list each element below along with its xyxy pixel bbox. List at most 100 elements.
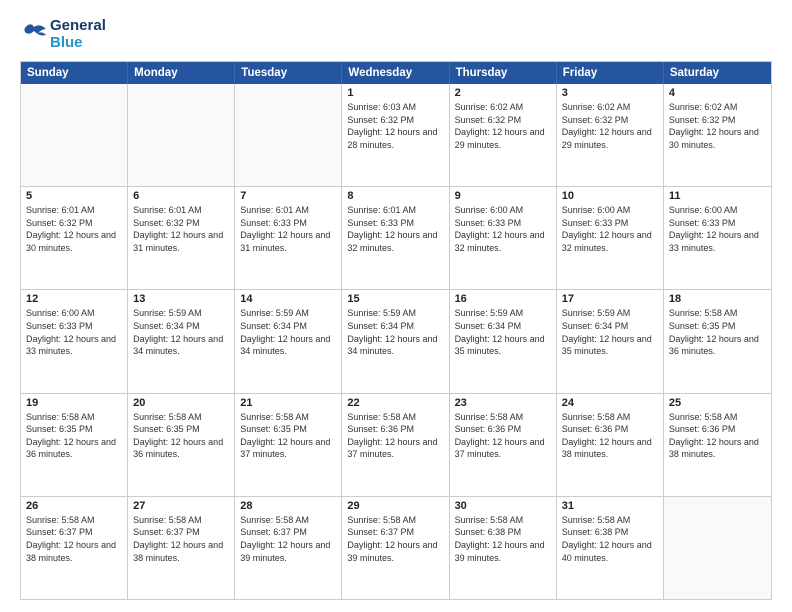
day-info-13: Sunrise: 5:59 AMSunset: 6:34 PMDaylight:…	[133, 307, 229, 357]
day-cell-13: 13 Sunrise: 5:59 AMSunset: 6:34 PMDayligh…	[128, 290, 235, 392]
day-info-8: Sunrise: 6:01 AMSunset: 6:33 PMDaylight:…	[347, 204, 443, 254]
day-number-22: 22	[347, 397, 443, 409]
day-cell-12: 12Sunrise: 6:00 AMSunset: 6:33 PMDayligh…	[21, 290, 128, 392]
day-cell-29: 29 Sunrise: 5:58 AMSunset: 6:37 PMDayligh…	[342, 497, 449, 599]
day-info-25: Sunrise: 5:58 AMSunset: 6:36 PMDaylight:…	[669, 411, 766, 461]
day-cell-18: 18Sunrise: 5:58 AMSunset: 6:35 PMDayligh…	[664, 290, 771, 392]
day-number-4: 4	[669, 87, 766, 99]
day-cell-19: 19 Sunrise: 5:58 AMSunset: 6:35 PMDayligh…	[21, 394, 128, 496]
week-row-4: 19 Sunrise: 5:58 AMSunset: 6:35 PMDayligh…	[21, 394, 771, 497]
day-number-9: 9	[455, 190, 551, 202]
week-row-3: 12Sunrise: 6:00 AMSunset: 6:33 PMDayligh…	[21, 290, 771, 393]
day-number-30: 30	[455, 500, 551, 512]
empty-cell-0-1	[128, 84, 235, 186]
day-cell-11: 11Sunrise: 6:00 AMSunset: 6:33 PMDayligh…	[664, 187, 771, 289]
header-day-friday: Friday	[557, 62, 664, 84]
day-number-12: 12	[26, 293, 122, 305]
day-number-23: 23	[455, 397, 551, 409]
day-number-17: 17	[562, 293, 658, 305]
calendar-body: 1 Sunrise: 6:03 AMSunset: 6:32 PMDaylight…	[21, 84, 771, 599]
day-info-31: Sunrise: 5:58 AMSunset: 6:38 PMDaylight:…	[562, 514, 658, 564]
day-cell-28: 28Sunrise: 5:58 AMSunset: 6:37 PMDayligh…	[235, 497, 342, 599]
day-number-26: 26	[26, 500, 122, 512]
header-day-thursday: Thursday	[450, 62, 557, 84]
day-cell-16: 16Sunrise: 5:59 AMSunset: 6:34 PMDayligh…	[450, 290, 557, 392]
logo-blue: Blue	[50, 35, 106, 52]
day-info-26: Sunrise: 5:58 AMSunset: 6:37 PMDaylight:…	[26, 514, 122, 564]
day-number-14: 14	[240, 293, 336, 305]
page: General Blue SundayMondayTuesdayWednesda…	[0, 0, 792, 612]
day-info-18: Sunrise: 5:58 AMSunset: 6:35 PMDaylight:…	[669, 307, 766, 357]
day-number-3: 3	[562, 87, 658, 99]
day-cell-5: 5Sunrise: 6:01 AMSunset: 6:32 PMDaylight…	[21, 187, 128, 289]
day-cell-22: 22Sunrise: 5:58 AMSunset: 6:36 PMDayligh…	[342, 394, 449, 496]
day-info-16: Sunrise: 5:59 AMSunset: 6:34 PMDaylight:…	[455, 307, 551, 357]
day-number-21: 21	[240, 397, 336, 409]
day-number-8: 8	[347, 190, 443, 202]
day-cell-30: 30 Sunrise: 5:58 AMSunset: 6:38 PMDayligh…	[450, 497, 557, 599]
day-info-29: Sunrise: 5:58 AMSunset: 6:37 PMDaylight:…	[347, 514, 443, 564]
day-cell-4: 4 Sunrise: 6:02 AMSunset: 6:32 PMDaylight…	[664, 84, 771, 186]
day-number-24: 24	[562, 397, 658, 409]
day-cell-14: 14 Sunrise: 5:59 AMSunset: 6:34 PMDayligh…	[235, 290, 342, 392]
day-info-6: Sunrise: 6:01 AMSunset: 6:32 PMDaylight:…	[133, 204, 229, 254]
day-number-7: 7	[240, 190, 336, 202]
day-number-5: 5	[26, 190, 122, 202]
day-info-17: Sunrise: 5:59 AMSunset: 6:34 PMDaylight:…	[562, 307, 658, 357]
day-cell-31: 31Sunrise: 5:58 AMSunset: 6:38 PMDayligh…	[557, 497, 664, 599]
logo-general: General	[50, 18, 106, 35]
day-number-19: 19	[26, 397, 122, 409]
day-info-4: Sunrise: 6:02 AMSunset: 6:32 PMDaylight:…	[669, 101, 766, 151]
week-row-5: 26 Sunrise: 5:58 AMSunset: 6:37 PMDayligh…	[21, 497, 771, 599]
day-cell-9: 9 Sunrise: 6:00 AMSunset: 6:33 PMDaylight…	[450, 187, 557, 289]
day-info-15: Sunrise: 5:59 AMSunset: 6:34 PMDaylight:…	[347, 307, 443, 357]
day-cell-23: 23Sunrise: 5:58 AMSunset: 6:36 PMDayligh…	[450, 394, 557, 496]
week-row-2: 5 Sunrise: 6:01 AMSunset: 6:32 PMDaylight…	[21, 187, 771, 290]
header-day-wednesday: Wednesday	[342, 62, 449, 84]
day-info-24: Sunrise: 5:58 AMSunset: 6:36 PMDaylight:…	[562, 411, 658, 461]
day-cell-6: 6 Sunrise: 6:01 AMSunset: 6:32 PMDaylight…	[128, 187, 235, 289]
day-cell-2: 2Sunrise: 6:02 AMSunset: 6:32 PMDaylight…	[450, 84, 557, 186]
header-day-saturday: Saturday	[664, 62, 771, 84]
day-number-25: 25	[669, 397, 766, 409]
logo: General Blue	[20, 18, 106, 51]
day-number-10: 10	[562, 190, 658, 202]
day-cell-21: 21 Sunrise: 5:58 AMSunset: 6:35 PMDayligh…	[235, 394, 342, 496]
day-info-1: Sunrise: 6:03 AMSunset: 6:32 PMDaylight:…	[347, 101, 443, 151]
day-cell-3: 3Sunrise: 6:02 AMSunset: 6:32 PMDaylight…	[557, 84, 664, 186]
week-row-1: 1 Sunrise: 6:03 AMSunset: 6:32 PMDaylight…	[21, 84, 771, 187]
day-number-13: 13	[133, 293, 229, 305]
day-cell-10: 10Sunrise: 6:00 AMSunset: 6:33 PMDayligh…	[557, 187, 664, 289]
day-cell-26: 26 Sunrise: 5:58 AMSunset: 6:37 PMDayligh…	[21, 497, 128, 599]
day-number-27: 27	[133, 500, 229, 512]
header-day-tuesday: Tuesday	[235, 62, 342, 84]
header: General Blue	[20, 18, 772, 51]
day-number-1: 1	[347, 87, 443, 99]
day-info-9: Sunrise: 6:00 AMSunset: 6:33 PMDaylight:…	[455, 204, 551, 254]
empty-cell-0-0	[21, 84, 128, 186]
day-cell-15: 15 Sunrise: 5:59 AMSunset: 6:34 PMDayligh…	[342, 290, 449, 392]
empty-cell-4-6	[664, 497, 771, 599]
day-info-20: Sunrise: 5:58 AMSunset: 6:35 PMDaylight:…	[133, 411, 229, 461]
day-info-21: Sunrise: 5:58 AMSunset: 6:35 PMDaylight:…	[240, 411, 336, 461]
day-cell-8: 8 Sunrise: 6:01 AMSunset: 6:33 PMDaylight…	[342, 187, 449, 289]
day-cell-20: 20 Sunrise: 5:58 AMSunset: 6:35 PMDayligh…	[128, 394, 235, 496]
day-cell-17: 17 Sunrise: 5:59 AMSunset: 6:34 PMDayligh…	[557, 290, 664, 392]
day-cell-25: 25 Sunrise: 5:58 AMSunset: 6:36 PMDayligh…	[664, 394, 771, 496]
day-cell-24: 24 Sunrise: 5:58 AMSunset: 6:36 PMDayligh…	[557, 394, 664, 496]
day-cell-7: 7Sunrise: 6:01 AMSunset: 6:33 PMDaylight…	[235, 187, 342, 289]
day-info-30: Sunrise: 5:58 AMSunset: 6:38 PMDaylight:…	[455, 514, 551, 564]
header-day-monday: Monday	[128, 62, 235, 84]
day-info-27: Sunrise: 5:58 AMSunset: 6:37 PMDaylight:…	[133, 514, 229, 564]
day-number-29: 29	[347, 500, 443, 512]
header-day-sunday: Sunday	[21, 62, 128, 84]
day-number-6: 6	[133, 190, 229, 202]
day-cell-27: 27 Sunrise: 5:58 AMSunset: 6:37 PMDayligh…	[128, 497, 235, 599]
day-info-19: Sunrise: 5:58 AMSunset: 6:35 PMDaylight:…	[26, 411, 122, 461]
day-info-11: Sunrise: 6:00 AMSunset: 6:33 PMDaylight:…	[669, 204, 766, 254]
day-number-15: 15	[347, 293, 443, 305]
day-info-14: Sunrise: 5:59 AMSunset: 6:34 PMDaylight:…	[240, 307, 336, 357]
day-number-20: 20	[133, 397, 229, 409]
logo-bird-icon	[20, 21, 48, 49]
day-info-28: Sunrise: 5:58 AMSunset: 6:37 PMDaylight:…	[240, 514, 336, 564]
